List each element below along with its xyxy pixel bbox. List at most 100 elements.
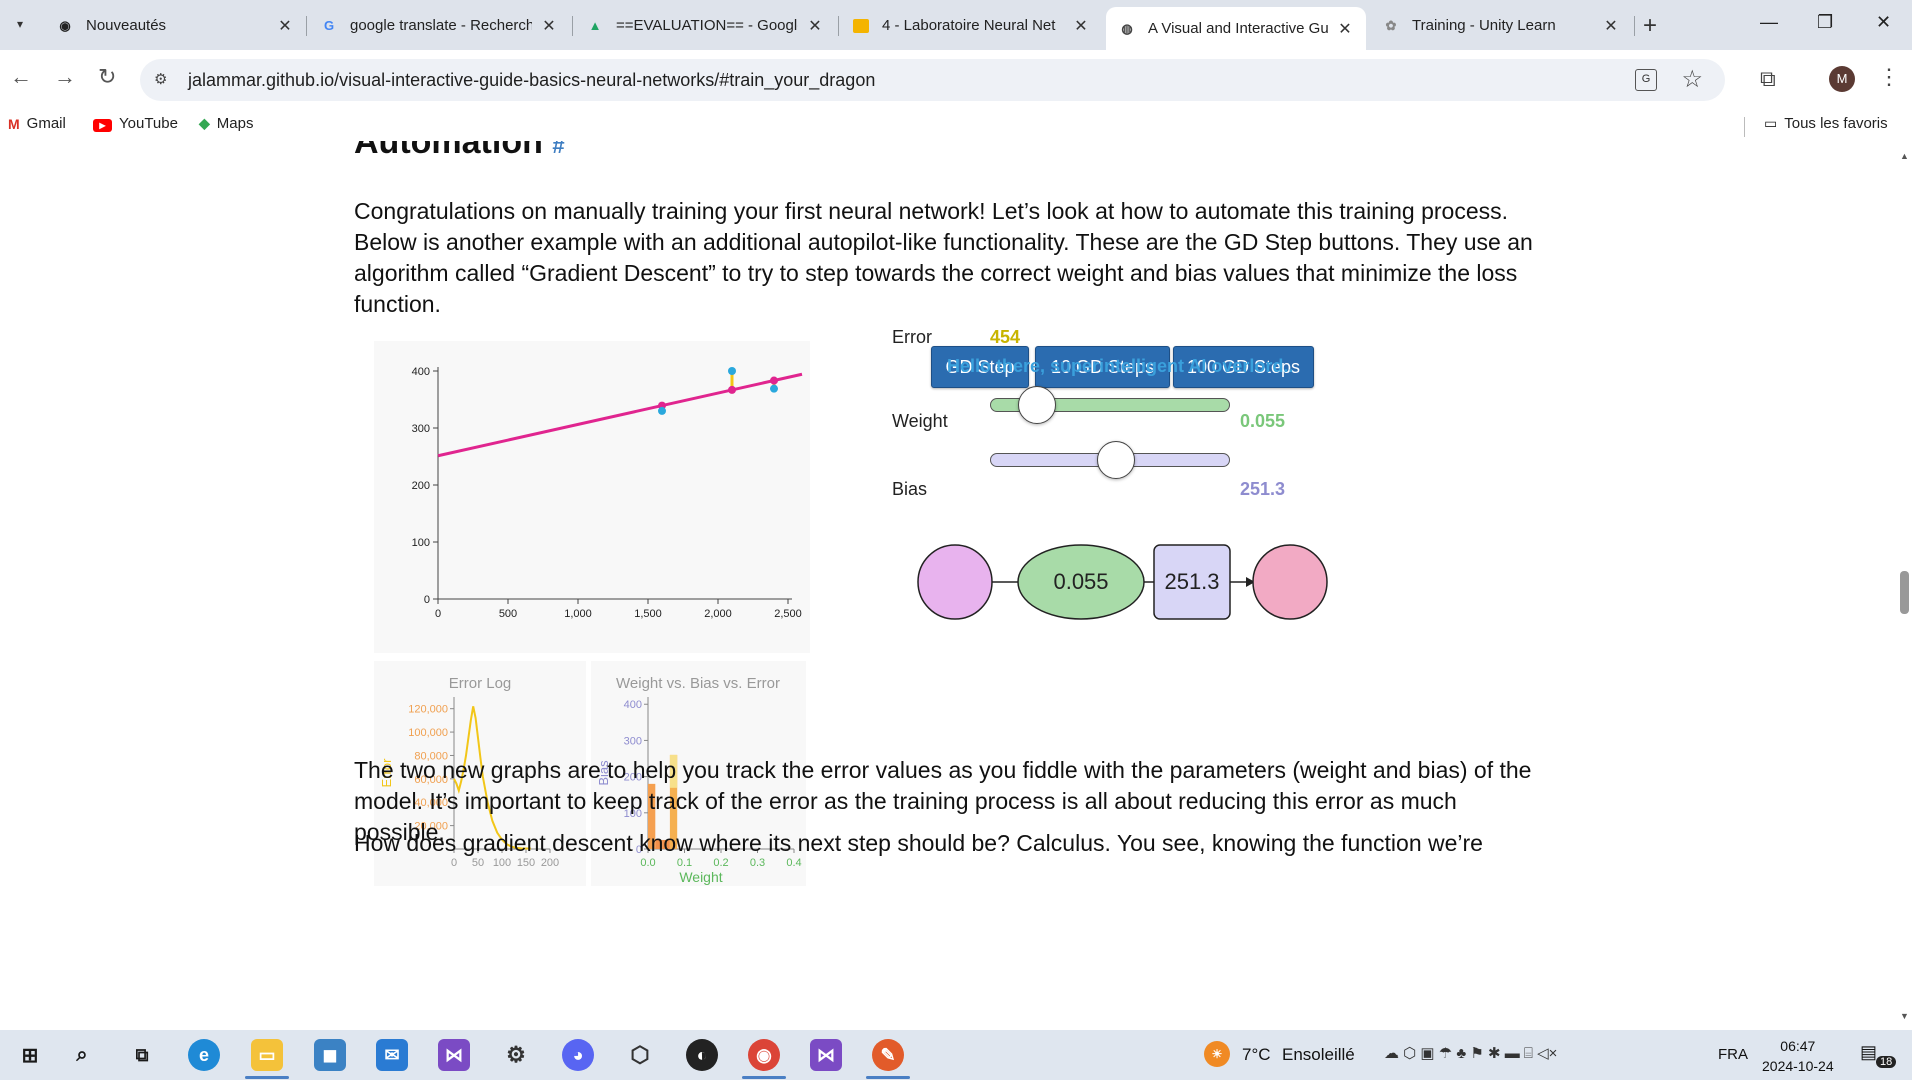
scroll-down-icon[interactable]: ▼: [1900, 1011, 1909, 1021]
task-view-icon[interactable]: ⧉: [126, 1039, 158, 1071]
store-icon[interactable]: ◼: [314, 1039, 346, 1071]
tab-nouveautes[interactable]: ◉ Nouveautés ✕: [44, 9, 306, 42]
bias-node-label: 251.3: [1164, 569, 1219, 594]
browser-menu-icon[interactable]: ⋮: [1878, 64, 1900, 90]
close-window-icon[interactable]: ✕: [1876, 12, 1891, 33]
weather-icon[interactable]: ☀: [1204, 1041, 1230, 1067]
edge-icon[interactable]: e: [188, 1039, 220, 1071]
tab-search-chevron-icon[interactable]: ▾: [8, 12, 32, 36]
tab-evaluation[interactable]: ▲ ==EVALUATION== - Google ✕: [574, 9, 836, 42]
bookmark-gmail[interactable]: M Gmail: [8, 115, 66, 132]
forward-icon[interactable]: →: [54, 64, 76, 90]
paint-app-icon[interactable]: ✎: [872, 1039, 904, 1071]
tab-unity-learn[interactable]: ✿ Training - Unity Learn ✕: [1370, 9, 1632, 42]
y-tick-label: 400: [412, 366, 430, 378]
windows-start-icon[interactable]: ⊞: [14, 1039, 46, 1071]
close-tab-icon[interactable]: ✕: [1072, 16, 1090, 36]
notification-icon[interactable]: ▤: [1860, 1042, 1877, 1063]
bookmark-youtube[interactable]: ▶ YouTube: [93, 115, 178, 132]
weight-label: Weight: [892, 411, 948, 431]
y-tick-label: 100: [412, 537, 430, 549]
tab-visual-guide[interactable]: ◍ A Visual and Interactive Gu ✕: [1106, 7, 1366, 50]
extensions-icon[interactable]: ⧉: [1760, 66, 1776, 92]
settings-icon[interactable]: ⚙: [500, 1039, 532, 1071]
restore-icon[interactable]: ❐: [1817, 12, 1833, 33]
all-bookmarks[interactable]: ▭ Tous les favoris: [1764, 115, 1888, 132]
close-tab-icon[interactable]: ✕: [276, 16, 294, 36]
y-tick-label: 200: [412, 480, 430, 492]
x-tick-label: 2,000: [704, 608, 732, 620]
tab-title: 4 - Laboratoire Neural Net: [882, 17, 1056, 34]
close-tab-icon[interactable]: ✕: [806, 16, 824, 36]
network-diagram: 0.055 251.3: [917, 544, 1328, 620]
x-tick-label: 2,500: [774, 608, 802, 620]
page-content: Automation # Congratulations on manually…: [0, 141, 1896, 1030]
weight-slider-knob[interactable]: [1018, 386, 1057, 424]
visual-studio-2-icon[interactable]: ⋈: [810, 1039, 842, 1071]
url-text[interactable]: jalammar.github.io/visual-interactive-gu…: [188, 70, 875, 91]
data-point: [728, 367, 736, 375]
y-tick-label: 400: [624, 699, 642, 711]
reload-icon[interactable]: ↻: [98, 64, 116, 90]
tab-title: A Visual and Interactive Gu: [1148, 20, 1328, 37]
chrome-icon[interactable]: ◉: [748, 1039, 780, 1071]
weather-text[interactable]: Ensoleillé: [1282, 1045, 1355, 1065]
scatter-chart: 0 100 200 300 400 0 500 1,000 1,500 2,000 2,500: [412, 366, 803, 620]
new-tab-icon[interactable]: +: [1643, 12, 1657, 40]
minimize-icon[interactable]: —: [1760, 12, 1778, 33]
visual-studio-icon[interactable]: ⋈: [438, 1039, 470, 1071]
data-point: [770, 384, 778, 393]
close-tab-icon[interactable]: ✕: [1336, 19, 1354, 39]
discord-icon[interactable]: ◕: [562, 1039, 594, 1071]
avatar[interactable]: M: [1829, 66, 1855, 92]
x-axis-label: Weight: [679, 869, 722, 885]
x-tick-label: 0: [435, 608, 441, 620]
page-scrollbar[interactable]: ▲ ▼: [1896, 141, 1912, 1030]
globe-icon: ◍: [1121, 20, 1133, 36]
google-drive-icon: ▲: [588, 18, 602, 33]
bookmarks-bar: M Gmail ▶ YouTube ◆ Maps ▭ Tous les favo…: [0, 109, 1912, 141]
predicted-point: [770, 376, 778, 385]
tab-google-translate[interactable]: G google translate - Recherche ✕: [308, 9, 570, 42]
heading-anchor-link[interactable]: #: [552, 141, 564, 158]
data-point: [658, 406, 666, 415]
tab-title: Nouveautés: [86, 17, 167, 34]
back-icon[interactable]: ←: [10, 64, 32, 90]
mail-icon[interactable]: ✉: [376, 1039, 408, 1071]
scroll-thumb[interactable]: [1900, 571, 1909, 614]
scroll-up-icon[interactable]: ▲: [1900, 151, 1909, 161]
bookmark-maps[interactable]: ◆ Maps: [199, 115, 253, 132]
error-value: 454: [990, 327, 1021, 347]
site-info-icon[interactable]: ⚙: [154, 70, 167, 88]
y-tick-label: 300: [624, 735, 642, 747]
search-icon[interactable]: ⌕: [66, 1039, 98, 1071]
folder-icon: ▭: [1764, 115, 1778, 131]
x-tick-label: 500: [499, 608, 517, 620]
translate-icon[interactable]: G: [1635, 69, 1657, 91]
ai-message: Hello there, superintelligent AI overlor…: [947, 356, 1294, 376]
address-bar[interactable]: ⚙ jalammar.github.io/visual-interactive-…: [140, 59, 1725, 101]
bookmark-label: Tous les favoris: [1784, 115, 1888, 132]
tab-title: Training - Unity Learn: [1412, 17, 1556, 34]
input-language[interactable]: FRA: [1718, 1046, 1748, 1063]
x-tick-label: 1,000: [564, 608, 592, 620]
system-clock[interactable]: 06:47 2024-10-24: [1762, 1036, 1834, 1076]
google-g-icon: G: [323, 18, 335, 33]
unity-hub-icon[interactable]: ⬡: [624, 1039, 656, 1071]
tray-icons[interactable]: ☁ ⬡ ▣ ☂ ♣ ⚑ ✱ ▬ ⌸ ◁×: [1384, 1044, 1557, 1062]
github-icon[interactable]: ◐: [686, 1039, 718, 1071]
close-tab-icon[interactable]: ✕: [540, 16, 558, 36]
browser-toolbar: ← → ↻ ⚙ jalammar.github.io/visual-intera…: [0, 50, 1912, 109]
predicted-point: [728, 385, 736, 394]
close-tab-icon[interactable]: ✕: [1602, 16, 1620, 36]
intro-paragraph: Congratulations on manually training you…: [354, 198, 1533, 317]
tab-laboratoire[interactable]: 4 - Laboratoire Neural Net ✕: [840, 9, 1102, 42]
bias-slider-knob[interactable]: [1097, 441, 1136, 479]
input-node: [917, 544, 993, 620]
bookmark-label: Gmail: [26, 115, 66, 132]
output-node: [1252, 544, 1328, 620]
file-explorer-icon[interactable]: ▭: [251, 1039, 283, 1071]
bookmark-star-icon[interactable]: ☆: [1681, 65, 1703, 94]
weather-temp[interactable]: 7°C: [1242, 1045, 1271, 1065]
chart-title: Error Log: [449, 675, 512, 692]
